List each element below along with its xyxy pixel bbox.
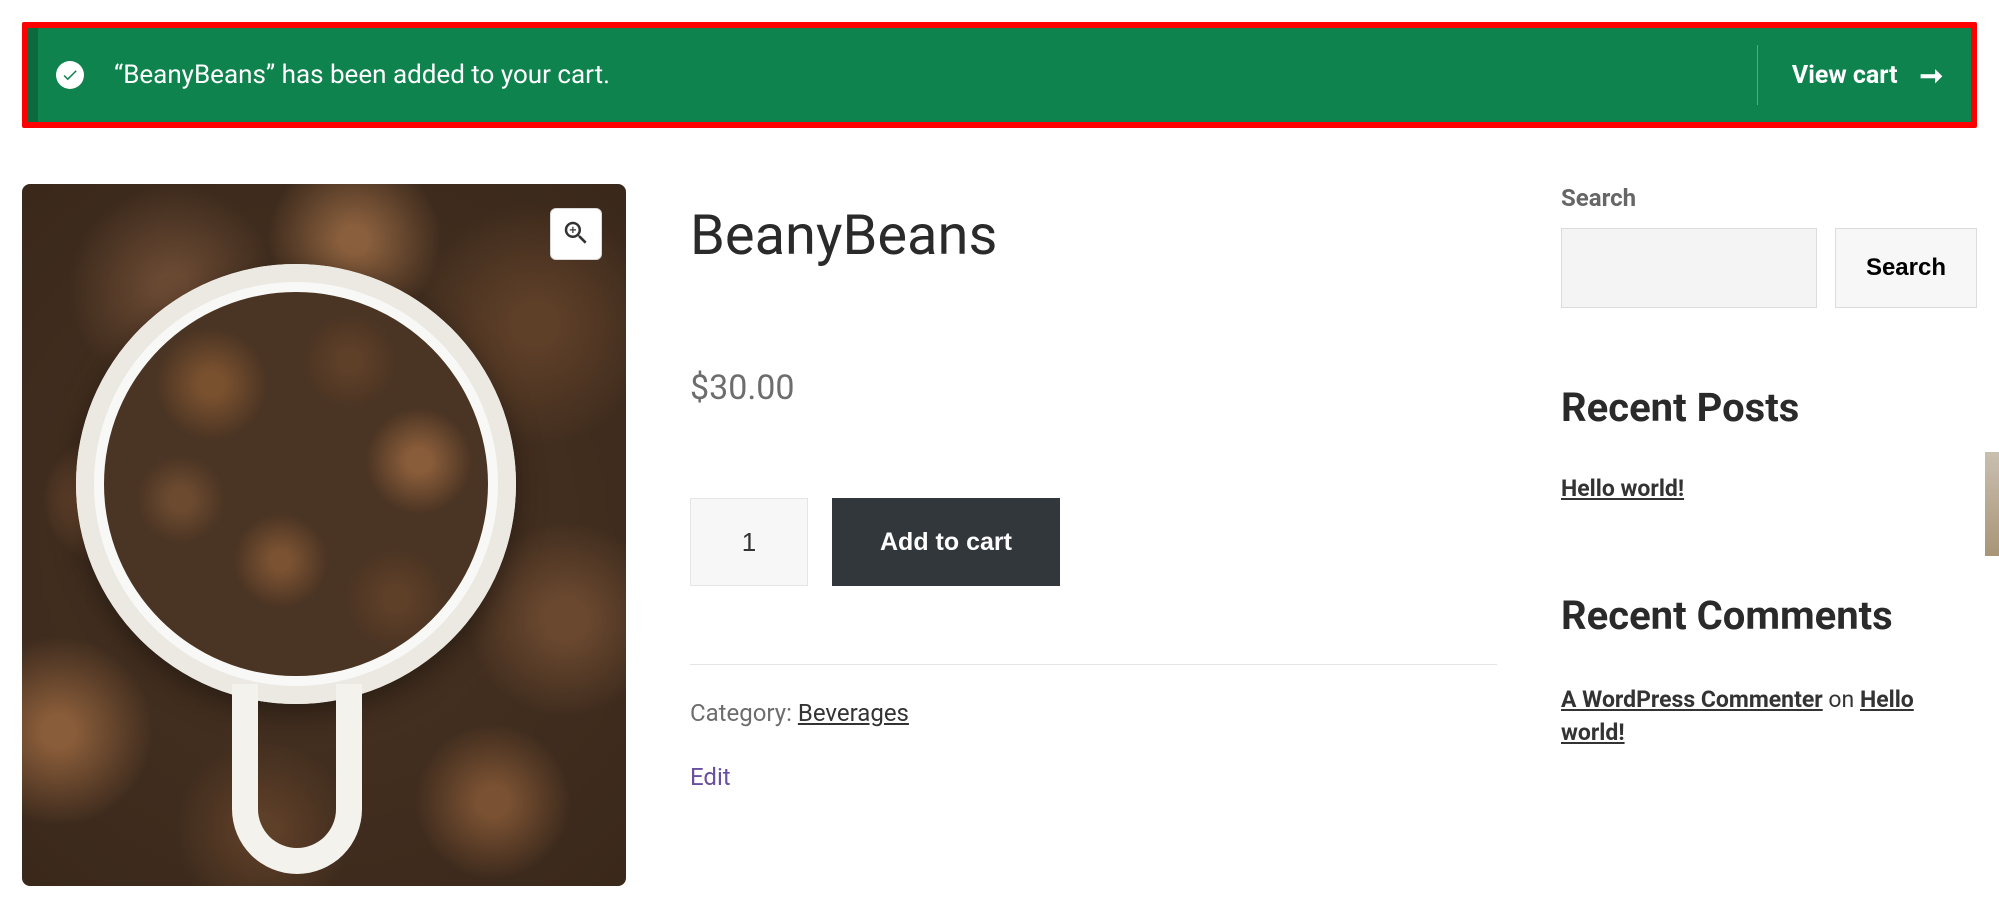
category-label: Category: [690,699,798,727]
view-cart-label: View cart [1792,61,1898,90]
success-check-icon [56,61,84,89]
offscreen-thumbnail-peek [1985,452,1999,556]
add-to-cart-button[interactable]: Add to cart [832,498,1060,586]
search-form: Search [1561,228,1977,308]
comment-connector: on [1823,686,1860,713]
quantity-input[interactable] [690,498,808,586]
notice-message: “BeanyBeans” has been added to your cart… [114,60,1757,90]
comment-author-link[interactable]: A WordPress Commenter [1561,686,1823,713]
search-input[interactable] [1561,228,1817,308]
meta-separator [690,664,1497,665]
magnifier-plus-icon [561,218,591,251]
added-to-cart-notice-highlight: “BeanyBeans” has been added to your cart… [22,22,1977,128]
product-image-cup-handle [232,684,362,874]
product-title: BeanyBeans [690,202,1497,268]
category-link[interactable]: Beverages [798,699,909,727]
product-price: $30.00 [690,368,1497,408]
added-to-cart-notice: “BeanyBeans” has been added to your cart… [28,28,1971,122]
view-cart-link[interactable]: View cart ➞ [1757,45,1943,105]
product-category-row: Category: Beverages [690,699,1497,727]
zoom-image-button[interactable] [550,208,602,260]
edit-product-link[interactable]: Edit [690,763,731,791]
arrow-right-icon: ➞ [1920,59,1943,92]
recent-comments-heading: Recent Comments [1561,592,1977,639]
product-image-cup [76,264,516,704]
search-heading: Search [1561,184,1977,212]
search-button[interactable]: Search [1835,228,1977,308]
edit-product-row: Edit [690,763,1497,791]
recent-post-link[interactable]: Hello world! [1561,475,1684,502]
product-image[interactable] [22,184,626,886]
add-to-cart-form: Add to cart [690,498,1497,586]
recent-comment-item: A WordPress Commenter on Hello world! [1561,683,1977,750]
recent-posts-heading: Recent Posts [1561,384,1977,431]
